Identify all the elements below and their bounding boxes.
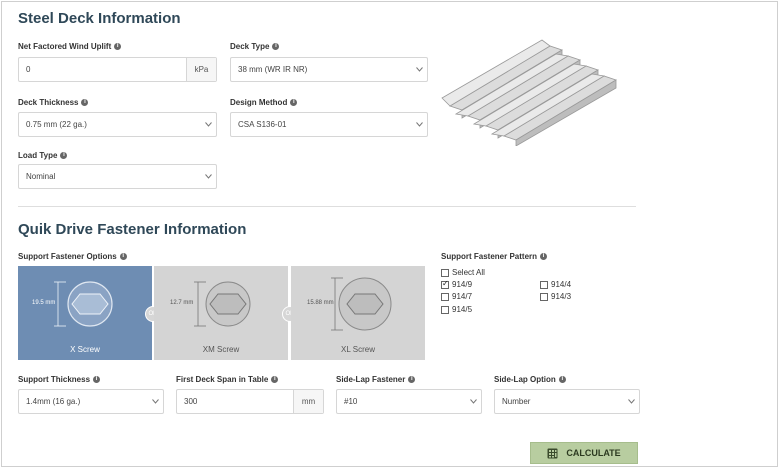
info-icon[interactable]: i — [114, 43, 122, 50]
first-span-field[interactable]: 300 mm — [176, 389, 324, 414]
screw-x-label: X Screw — [70, 345, 100, 354]
first-span-label-text: First Deck Span in Table — [176, 375, 269, 384]
pattern-option-914-9[interactable]: 914/9 — [441, 279, 473, 289]
calculator-icon — [547, 448, 558, 458]
design-method-select[interactable]: CSA S136-01 — [230, 112, 428, 137]
select-all-checkbox[interactable]: Select All — [441, 268, 485, 277]
pattern-label-text: Support Fastener Pattern — [441, 252, 538, 261]
pattern-option-914-4[interactable]: 914/4 — [540, 280, 571, 289]
deck-thickness-label-text: Deck Thickness — [18, 98, 79, 107]
support-options-label: Support Fastener Options i — [18, 252, 127, 261]
design-method-label-text: Design Method — [230, 98, 288, 107]
sidelap-option-value: Number — [502, 397, 531, 406]
screw-x-dimension: 19.5 mm — [32, 300, 56, 306]
checkbox-box[interactable] — [441, 305, 449, 314]
first-span-input[interactable]: 300 — [177, 397, 293, 406]
pattern-option-label: 914/4 — [551, 280, 572, 289]
pattern-option-label: 914/9 — [452, 280, 473, 289]
wind-uplift-input[interactable]: 0 — [19, 65, 186, 74]
load-type-select[interactable]: Nominal — [18, 164, 217, 189]
checkbox-box[interactable] — [441, 279, 449, 289]
support-thickness-label: Support Thickness i — [18, 375, 101, 384]
screw-xm-label: XM Screw — [202, 345, 240, 354]
chevron-down-icon — [200, 174, 216, 179]
sidelap-fastener-label: Side-Lap Fastener i — [336, 375, 416, 384]
deck-thickness-value: 0.75 mm (22 ga.) — [26, 120, 87, 129]
info-icon[interactable]: i — [60, 152, 68, 159]
info-icon[interactable]: i — [81, 99, 89, 106]
deck-type-label: Deck Type i — [230, 42, 280, 51]
chevron-down-icon — [411, 67, 427, 72]
pattern-option-label: 914/3 — [551, 292, 572, 301]
sidelap-fastener-select[interactable]: #10 — [336, 389, 482, 414]
deck-thickness-label: Deck Thickness i — [18, 98, 89, 107]
screw-xl-label: XL Screw — [341, 345, 375, 354]
sidelap-option-label: Side-Lap Option i — [494, 375, 566, 384]
pattern-option-914-7[interactable]: 914/7 — [441, 292, 472, 301]
screw-option-x[interactable]: 19.5 mm X Screw — [18, 266, 152, 360]
chevron-down-icon — [147, 399, 163, 404]
checkbox-box[interactable] — [441, 268, 449, 277]
fastener-title: Quik Drive Fastener Information — [18, 221, 247, 238]
chevron-down-icon — [465, 399, 481, 404]
pattern-option-914-5[interactable]: 914/5 — [441, 305, 472, 314]
support-options-label-text: Support Fastener Options — [18, 252, 117, 261]
screw-xm-dimension: 12.7 mm — [170, 300, 194, 306]
sidelap-option-select[interactable]: Number — [494, 389, 640, 414]
pattern-option-label: 914/5 — [452, 305, 473, 314]
design-method-value: CSA S136-01 — [238, 120, 287, 129]
screw-xl-dimension: 15.88 mm — [307, 300, 334, 306]
deck-type-select[interactable]: 38 mm (WR IR NR) — [230, 57, 428, 82]
wind-uplift-field[interactable]: 0 kPa — [18, 57, 217, 82]
sidelap-option-label-text: Side-Lap Option — [494, 375, 556, 384]
info-icon[interactable]: i — [408, 376, 416, 383]
support-thickness-label-text: Support Thickness — [18, 375, 91, 384]
checkbox-box[interactable] — [540, 292, 548, 301]
wind-uplift-unit: kPa — [186, 58, 216, 81]
screw-option-xm[interactable]: 12.7 mm XM Screw — [154, 266, 288, 360]
steel-deck-title: Steel Deck Information — [18, 10, 181, 27]
info-icon[interactable]: i — [119, 253, 127, 260]
select-all-label: Select All — [452, 268, 485, 277]
chevron-down-icon — [411, 122, 427, 127]
checkbox-box[interactable] — [540, 280, 548, 289]
pattern-option-label: 914/7 — [452, 292, 473, 301]
chevron-down-icon — [200, 122, 216, 127]
info-icon[interactable]: i — [93, 376, 101, 383]
info-icon[interactable]: i — [558, 376, 566, 383]
support-thickness-value: 1.4mm (16 ga.) — [26, 397, 81, 406]
info-icon[interactable]: i — [290, 99, 298, 106]
pattern-label: Support Fastener Pattern i — [441, 252, 548, 261]
design-method-label: Design Method i — [230, 98, 298, 107]
calculate-label: CALCULATE — [566, 448, 621, 458]
chevron-down-icon — [623, 399, 639, 404]
info-icon[interactable]: i — [271, 376, 279, 383]
steel-deck-image — [441, 39, 617, 146]
info-icon[interactable]: i — [272, 43, 280, 50]
sidelap-fastener-value: #10 — [344, 397, 358, 406]
load-type-label: Load Type i — [18, 151, 68, 160]
deck-type-label-text: Deck Type — [230, 42, 270, 51]
load-type-value: Nominal — [26, 172, 56, 181]
deck-thickness-select[interactable]: 0.75 mm (22 ga.) — [18, 112, 217, 137]
first-span-unit: mm — [293, 390, 323, 413]
support-thickness-select[interactable]: 1.4mm (16 ga.) — [18, 389, 164, 414]
info-icon[interactable]: i — [540, 253, 548, 260]
section-divider — [18, 206, 636, 207]
load-type-label-text: Load Type — [18, 151, 58, 160]
deck-type-value: 38 mm (WR IR NR) — [238, 65, 308, 74]
screw-option-xl[interactable]: 15.88 mm XL Screw — [291, 266, 425, 360]
pattern-option-914-3[interactable]: 914/3 — [540, 292, 571, 301]
wind-uplift-label-text: Net Factored Wind Uplift — [18, 42, 112, 51]
first-span-label: First Deck Span in Table i — [176, 375, 279, 384]
sidelap-fastener-label-text: Side-Lap Fastener — [336, 375, 406, 384]
wind-uplift-label: Net Factored Wind Uplift i — [18, 42, 122, 51]
calculate-button[interactable]: CALCULATE — [530, 442, 638, 464]
checkbox-box[interactable] — [441, 292, 449, 301]
